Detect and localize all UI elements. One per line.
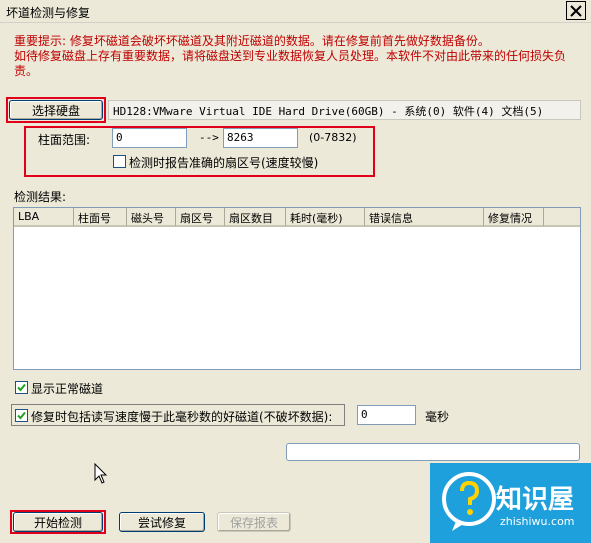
- column-header[interactable]: 磁头号: [127, 208, 176, 227]
- results-table[interactable]: LBA 柱面号 磁头号 扇区号 扇区数目 耗时(毫秒) 错误信息 修复情况: [13, 207, 581, 370]
- select-disk-button[interactable]: 选择硬盘: [9, 100, 103, 120]
- repair-slow-checkbox[interactable]: [15, 409, 28, 422]
- watermark-url: zhishiwu.com: [500, 515, 575, 528]
- cylinder-range-hint: (0-7832): [309, 131, 357, 144]
- cylinder-from-input[interactable]: 0: [112, 128, 187, 148]
- results-label: 检测结果:: [14, 190, 67, 204]
- mouse-cursor-icon: [94, 463, 108, 484]
- column-header[interactable]: 耗时(毫秒): [286, 208, 365, 227]
- drive-info: HD128:VMware Virtual IDE Hard Drive(60GB…: [108, 100, 581, 120]
- repair-slow-label: 修复时包括读写速度慢于此毫秒数的好磁道(不破坏数据):: [31, 410, 333, 424]
- watermark-logo-icon: [442, 472, 496, 531]
- show-normal-label: 显示正常磁道: [31, 382, 104, 396]
- column-header[interactable]: 错误信息: [365, 208, 484, 227]
- checkmark-icon: [17, 411, 26, 420]
- column-header[interactable]: 扇区号: [176, 208, 225, 227]
- column-header-filler: [544, 208, 580, 227]
- column-header[interactable]: 修复情况: [484, 208, 544, 227]
- cylinder-arrow: -->: [199, 131, 219, 144]
- report-sector-checkbox[interactable]: [113, 155, 126, 168]
- cylinder-to-input[interactable]: 8263: [223, 128, 298, 148]
- watermark: 知识屋 zhishiwu.com: [430, 463, 591, 543]
- warning-text: 重要提示: 修复坏磁道会破坏坏磁道及其附近磁道的数据。请在修复前首先做好数据备份…: [14, 34, 567, 78]
- watermark-brand: 知识屋: [496, 485, 575, 515]
- start-detect-button[interactable]: 开始检测: [13, 512, 103, 532]
- report-sector-label: 检测时报告准确的扇区号(速度较慢): [129, 156, 319, 170]
- title-bar: 坏道检测与修复: [0, 0, 591, 23]
- checkmark-icon: [17, 383, 26, 392]
- window-title: 坏道检测与修复: [6, 6, 91, 20]
- progress-bar: [286, 443, 580, 461]
- try-repair-button[interactable]: 尝试修复: [119, 512, 205, 532]
- show-normal-checkbox[interactable]: [15, 381, 28, 394]
- close-button[interactable]: [566, 1, 586, 20]
- column-header[interactable]: 扇区数目: [225, 208, 286, 227]
- cylinder-range-label: 柱面范围:: [38, 133, 91, 147]
- column-header[interactable]: 柱面号: [74, 208, 127, 227]
- results-table-header: LBA 柱面号 磁头号 扇区号 扇区数目 耗时(毫秒) 错误信息 修复情况: [14, 208, 580, 227]
- column-header[interactable]: LBA: [14, 208, 74, 227]
- save-report-button: 保存报表: [217, 512, 291, 532]
- slow-ms-input[interactable]: 0: [357, 405, 416, 425]
- close-icon: [570, 4, 582, 17]
- ms-unit-label: 毫秒: [425, 410, 450, 424]
